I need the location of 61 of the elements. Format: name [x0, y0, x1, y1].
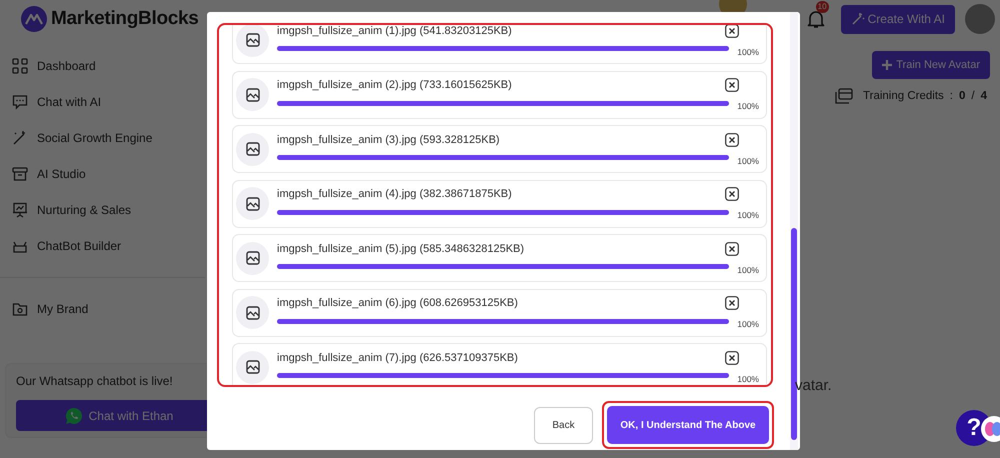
close-icon[interactable]	[725, 132, 739, 146]
create-with-ai-button[interactable]: Create With AI	[840, 4, 955, 34]
promo-text: Our Whatsapp chatbot is live!	[16, 374, 174, 388]
sidebar-item[interactable]: My Brand	[0, 291, 205, 327]
scrollbar-thumb[interactable]	[791, 228, 797, 440]
image-icon	[236, 25, 269, 56]
sidebar-item[interactable]: Social Growth Engine	[0, 120, 205, 156]
credits-total: 4	[980, 90, 987, 102]
folder-icon	[12, 301, 28, 317]
credits-label: Training Credits	[863, 90, 944, 102]
close-icon[interactable]	[725, 242, 739, 256]
progress-percent: 100%	[737, 209, 759, 220]
chat-bubble-icon	[12, 94, 28, 110]
logo-icon	[21, 6, 47, 32]
presentation-icon	[12, 202, 28, 218]
train-new-avatar-button[interactable]: Train New Avatar	[872, 51, 990, 79]
cards-icon	[835, 88, 854, 104]
logo-text: MarketingBlocks	[51, 8, 199, 30]
close-icon[interactable]	[725, 78, 739, 92]
progress-percent: 100%	[737, 154, 759, 166]
file-name: imgpsh_fullsize_anim (4).jpg (382.38671875KB)	[277, 188, 512, 200]
progress-percent: 100%	[737, 264, 759, 274]
file-name: imgpsh_fullsize_anim (5).jpg (585.3486328125KB)	[277, 242, 524, 254]
separator-text: /	[971, 90, 975, 102]
progress-percent: 100%	[737, 46, 759, 56]
file-name: imgpsh_fullsize_anim (7).jpg (626.537109375KB)	[277, 352, 518, 364]
archive-box-icon	[12, 166, 28, 182]
magic-wand-icon	[850, 12, 865, 26]
back-button[interactable]: Back	[534, 406, 593, 444]
close-icon[interactable]	[725, 350, 739, 364]
notification-badge: 10	[816, 1, 829, 13]
image-icon	[236, 350, 269, 384]
sidebar-item[interactable]: Chat with AI	[0, 84, 205, 120]
separator-text: :	[950, 90, 953, 102]
progress-percent: 100%	[737, 372, 759, 384]
sidebar-item[interactable]: Dashboard	[0, 48, 205, 84]
image-icon	[236, 78, 269, 111]
progress-percent: 100%	[737, 100, 759, 111]
bell-icon[interactable]	[806, 9, 825, 29]
sidebar-item[interactable]: AI Studio	[0, 156, 205, 192]
file-name: imgpsh_fullsize_anim (2).jpg (733.16015625KB)	[277, 79, 512, 91]
progress-percent: 100%	[737, 318, 759, 329]
image-icon	[236, 296, 269, 329]
file-name: imgpsh_fullsize_anim (1).jpg (541.83203125KB)	[277, 25, 512, 36]
close-icon[interactable]	[725, 296, 739, 310]
close-icon[interactable]	[725, 25, 739, 38]
image-icon	[236, 132, 269, 166]
close-icon[interactable]	[725, 187, 739, 201]
whatsapp-icon	[64, 406, 83, 424]
image-icon	[236, 242, 269, 274]
file-name: imgpsh_fullsize_anim (6).jpg (608.626953125KB)	[277, 297, 518, 309]
brain-icon[interactable]	[980, 415, 1000, 443]
grid-icon	[12, 58, 28, 74]
sidebar-item[interactable]: ChatBot Builder	[0, 228, 205, 264]
plus-icon	[882, 60, 892, 70]
confirm-button[interactable]: OK, I Understand The Above	[607, 406, 769, 444]
credits-used: 0	[958, 90, 966, 102]
image-icon	[236, 187, 269, 220]
magic-wand-icon	[12, 130, 28, 146]
file-name: imgpsh_fullsize_anim (3).jpg (593.328125KB)	[277, 134, 500, 146]
sidebar-item[interactable]: Nurturing & Sales	[0, 192, 205, 228]
